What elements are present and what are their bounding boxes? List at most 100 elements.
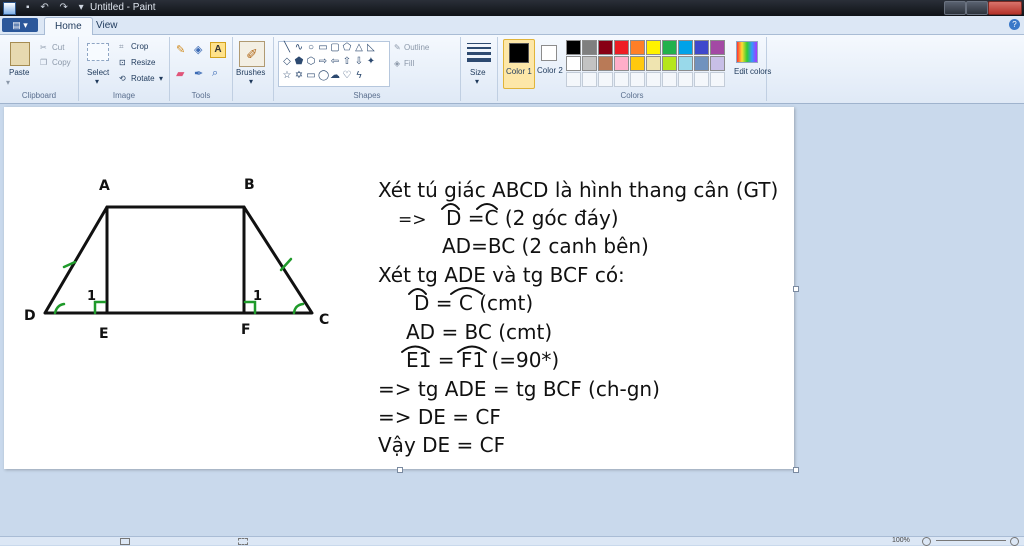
pencil-icon[interactable]: ✎ [176, 43, 185, 56]
palette-swatch[interactable] [678, 40, 693, 55]
fill-bucket-icon[interactable]: ◈ [194, 43, 202, 56]
pentagon-shape-icon[interactable]: ⬟ [294, 57, 304, 67]
paste-dropdown-icon[interactable]: ▾ [6, 78, 10, 87]
curve-shape-icon[interactable]: ∿ [294, 43, 304, 53]
oval-shape-icon[interactable]: ○ [306, 43, 316, 53]
palette-swatch[interactable] [582, 40, 597, 55]
palette-swatch[interactable] [646, 56, 661, 71]
select-dropdown-icon[interactable]: ▾ [95, 77, 99, 86]
zoom-out-button[interactable] [922, 537, 931, 546]
palette-swatch[interactable] [694, 40, 709, 55]
callout-oval-shape-icon[interactable]: ◯ [318, 71, 329, 81]
arrow-right-shape-icon[interactable]: ⇨ [318, 57, 328, 67]
custom-color-slot[interactable] [662, 72, 677, 87]
resize-button[interactable]: Resize [131, 58, 155, 67]
palette-swatch[interactable] [710, 40, 725, 55]
brush-icon[interactable]: ✐ [239, 41, 265, 67]
callout-rect-shape-icon[interactable]: ▭ [306, 71, 316, 81]
brushes-button[interactable]: Brushes [236, 68, 265, 77]
maximize-button[interactable] [966, 1, 988, 15]
proof-line-8: => tg ADE = tg BCF (ch-gn) [378, 377, 660, 401]
paste-button[interactable]: Paste [9, 68, 29, 77]
line-shape-icon[interactable]: ╲ [282, 43, 292, 53]
size-dropdown-icon[interactable]: ▾ [475, 77, 479, 86]
paint-menu-button[interactable]: ▤ ▾ [2, 18, 38, 32]
palette-swatch[interactable] [678, 56, 693, 71]
palette-swatch[interactable] [646, 40, 661, 55]
right-triangle-shape-icon[interactable]: ◺ [366, 43, 376, 53]
arrow-up-shape-icon[interactable]: ⇧ [342, 57, 352, 67]
heart-shape-icon[interactable]: ♡ [342, 71, 352, 81]
palette-swatch[interactable] [630, 40, 645, 55]
hexagon-shape-icon[interactable]: ⬡ [306, 57, 316, 67]
custom-color-slot[interactable] [694, 72, 709, 87]
brushes-dropdown-icon[interactable]: ▾ [249, 77, 253, 86]
palette-swatch[interactable] [566, 40, 581, 55]
drawing-canvas[interactable]: A B C D E F 1 1 Xét tú giác ABCD là hình… [4, 107, 799, 473]
size-button[interactable]: Size [470, 68, 486, 77]
palette-swatch[interactable] [598, 40, 613, 55]
tab-view[interactable]: View [86, 17, 128, 34]
edit-colors-icon[interactable] [736, 41, 758, 63]
arrow-left-shape-icon[interactable]: ⇦ [330, 57, 340, 67]
custom-color-slot[interactable] [630, 72, 645, 87]
star-five-shape-icon[interactable]: ☆ [282, 71, 292, 81]
custom-color-slot[interactable] [614, 72, 629, 87]
canvas-resize-handle-right[interactable] [793, 286, 799, 292]
paint-app-icon[interactable] [3, 2, 16, 15]
palette-swatch[interactable] [662, 56, 677, 71]
fill-button[interactable]: Fill [404, 59, 414, 68]
close-button[interactable] [988, 1, 1022, 15]
minimize-button[interactable] [944, 1, 966, 15]
magnifier-icon[interactable]: ⌕ [212, 67, 218, 80]
crop-button[interactable]: Crop [131, 42, 148, 51]
palette-swatch[interactable] [614, 40, 629, 55]
palette-swatch[interactable] [694, 56, 709, 71]
eraser-icon[interactable]: ▰ [176, 67, 184, 80]
rotate-dropdown-icon[interactable]: ▾ [159, 74, 163, 83]
custom-color-slot[interactable] [678, 72, 693, 87]
star-four-shape-icon[interactable]: ✦ [366, 57, 376, 67]
polygon-shape-icon[interactable]: ⬠ [342, 43, 352, 53]
callout-cloud-shape-icon[interactable]: ☁ [330, 71, 340, 81]
outline-button[interactable]: Outline [404, 43, 429, 52]
custom-color-slot[interactable] [582, 72, 597, 87]
palette-swatch[interactable] [614, 56, 629, 71]
color2-selector[interactable]: Color 2 [536, 39, 563, 87]
custom-color-slot[interactable] [598, 72, 613, 87]
help-icon[interactable]: ? [1009, 19, 1020, 30]
color1-selector[interactable]: Color 1 [503, 39, 535, 89]
select-icon[interactable] [87, 43, 109, 61]
select-button[interactable]: Select [87, 68, 109, 77]
diamond-shape-icon[interactable]: ◇ [282, 57, 292, 67]
lightning-shape-icon[interactable]: ϟ [354, 71, 364, 81]
size-lines-icon[interactable] [467, 43, 491, 62]
canvas-resize-handle-corner[interactable] [793, 467, 799, 473]
text-tool-icon[interactable]: A [210, 42, 226, 58]
rectangle-shape-icon[interactable]: ▭ [318, 43, 328, 53]
custom-color-slot[interactable] [646, 72, 661, 87]
custom-color-slot[interactable] [710, 72, 725, 87]
edit-colors-button[interactable]: Edit colors [734, 67, 771, 76]
palette-swatch[interactable] [710, 56, 725, 71]
palette-swatch[interactable] [630, 56, 645, 71]
rounded-rect-shape-icon[interactable]: ▢ [330, 43, 340, 53]
triangle-shape-icon[interactable]: △ [354, 43, 364, 53]
cut-button[interactable]: Cut [52, 43, 64, 52]
palette-swatch[interactable] [566, 56, 581, 71]
palette-swatch[interactable] [662, 40, 677, 55]
zoom-in-button[interactable] [1010, 537, 1019, 546]
rotate-button[interactable]: Rotate [131, 74, 155, 83]
copy-button[interactable]: Copy [52, 58, 71, 67]
paste-icon[interactable] [10, 42, 30, 66]
palette-swatch[interactable] [598, 56, 613, 71]
quick-access-toolbar[interactable]: ▪ ↶ ↷ ▾ [26, 2, 88, 13]
arrow-down-shape-icon[interactable]: ⇩ [354, 57, 364, 67]
custom-color-slot[interactable] [566, 72, 581, 87]
ribbon: Paste ▾ ✂ Cut ❐ Copy Clipboard Select ▾ … [0, 35, 1024, 104]
star-six-shape-icon[interactable]: ✡ [294, 71, 304, 81]
canvas-resize-handle-bottom[interactable] [397, 467, 403, 473]
zoom-slider[interactable] [936, 540, 1006, 541]
palette-swatch[interactable] [582, 56, 597, 71]
color-picker-icon[interactable]: ✒ [194, 67, 203, 80]
